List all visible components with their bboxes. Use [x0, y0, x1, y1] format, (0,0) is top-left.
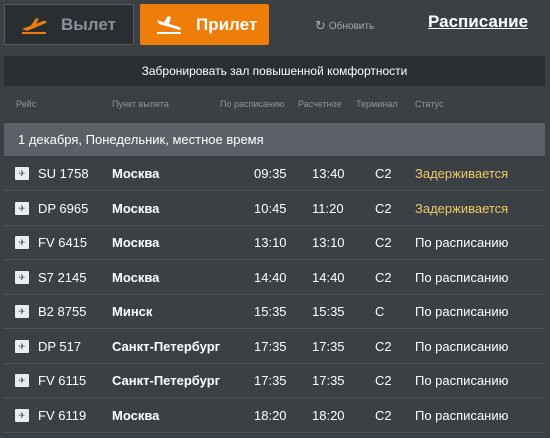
- origin-city: Москва: [112, 269, 160, 285]
- scheduled-time: 09:35: [254, 166, 287, 181]
- scheduled-time: 15:35: [254, 304, 287, 319]
- flight-number: SU 1758: [38, 166, 89, 181]
- estimated-time: 15:35: [312, 304, 345, 319]
- estimated-time: 18:20: [312, 407, 345, 423]
- estimated-time: 17:35: [312, 338, 345, 354]
- arrival-tab-label: Прилет: [196, 14, 258, 34]
- terminal: C2: [375, 338, 392, 354]
- scheduled-time: 10:45: [254, 200, 287, 216]
- flight-number: DP 517: [38, 338, 82, 354]
- column-origin: Пункт вылета: [112, 99, 169, 109]
- flight-status: Задерживается: [415, 166, 509, 181]
- column-terminal: Терминал: [356, 99, 398, 109]
- flight-status: По расписанию: [415, 407, 509, 423]
- column-estimated: Расчетное: [298, 99, 342, 109]
- flight-number: S7 2145: [38, 269, 87, 285]
- estimated-time: 13:40: [312, 166, 345, 181]
- top-bar: Вылет Прилет ↻ Обновить Расписание: [0, 0, 550, 50]
- schedule-link[interactable]: Расписание: [428, 12, 528, 32]
- departure-tab-label: Вылет: [61, 14, 116, 34]
- flight-row[interactable]: ✈ DP 517 Санкт-Петербург 17:35 17:35 C2 По рас…: [4, 330, 545, 364]
- flight-status: По расписанию: [415, 235, 509, 250]
- flight-row[interactable]: ✈ B2 8755 Минск 15:35 15:35 C По расписанию: [4, 295, 545, 329]
- scheduled-time: 17:35: [254, 373, 287, 388]
- origin-city: Москва: [112, 235, 160, 250]
- terminal: C2: [375, 407, 392, 423]
- column-status: Статус: [415, 99, 444, 109]
- scheduled-time: 14:40: [254, 269, 287, 285]
- airline-logo-icon: ✈: [15, 167, 29, 180]
- terminal: C2: [375, 235, 392, 250]
- flight-number: FV 6119: [38, 407, 87, 423]
- estimated-time: 14:40: [312, 269, 345, 285]
- terminal: C2: [375, 200, 392, 216]
- plane-landing-icon: [152, 14, 186, 36]
- origin-city: Москва: [112, 407, 160, 423]
- airline-logo-icon: ✈: [15, 374, 29, 387]
- flight-status: По расписанию: [415, 373, 509, 388]
- terminal: C: [375, 304, 385, 319]
- flight-row[interactable]: ✈ DP 6965 Москва 10:45 11:20 C2 Задерживается: [4, 192, 545, 226]
- arrival-tab[interactable]: Прилет: [140, 4, 269, 45]
- airline-logo-icon: ✈: [15, 305, 29, 318]
- origin-city: Москва: [112, 166, 160, 181]
- flight-number: FV 6415: [38, 235, 88, 250]
- terminal: C2: [375, 269, 392, 285]
- flight-number: FV 6115: [38, 373, 87, 388]
- airline-logo-icon: ✈: [15, 339, 29, 353]
- refresh-icon: ↻: [315, 18, 326, 33]
- flight-number: DP 6965: [38, 200, 89, 216]
- flight-status: По расписанию: [415, 338, 509, 354]
- terminal: C2: [375, 166, 392, 181]
- flight-row[interactable]: ✈ S7 2145 Москва 14:40 14:40 C2 По расписанию: [4, 261, 545, 295]
- flight-status: Задерживается: [415, 200, 509, 216]
- scheduled-time: 13:10: [254, 235, 287, 250]
- column-scheduled: По расписанию: [220, 99, 285, 109]
- estimated-time: 17:35: [312, 373, 345, 388]
- flight-row[interactable]: ✈ SU 1758 Москва 09:35 13:40 C2 Задерживается: [4, 157, 545, 191]
- flight-status: По расписанию: [415, 269, 509, 285]
- estimated-time: 11:20: [312, 200, 344, 216]
- origin-city: Москва: [112, 200, 160, 216]
- airline-logo-icon: ✈: [15, 408, 29, 422]
- terminal: C2: [375, 373, 392, 388]
- refresh-label: Обновить: [328, 20, 375, 32]
- scheduled-time: 18:20: [254, 407, 287, 423]
- table-header: Рейс Пункт вылета По расписанию Расчетно…: [0, 95, 550, 117]
- origin-city: Санкт-Петербург: [112, 373, 221, 388]
- origin-city: Минск: [112, 304, 153, 319]
- column-flight: Рейс: [16, 99, 37, 109]
- plane-takeoff-icon: [17, 14, 51, 36]
- departure-tab[interactable]: Вылет: [4, 4, 134, 45]
- estimated-time: 13:10: [312, 235, 345, 250]
- date-header: 1 декабря, Понедельник, местное время: [4, 123, 545, 156]
- flight-row[interactable]: ✈ FV 6415 Москва 13:10 13:10 C2 По расписанию: [4, 226, 545, 260]
- airline-logo-icon: ✈: [15, 201, 29, 215]
- flight-number: B2 8755: [38, 304, 87, 319]
- origin-city: Санкт-Петербург: [112, 338, 221, 354]
- flight-row[interactable]: ✈ FV 6119 Москва 18:20 18:20 C2 По расписанию: [4, 399, 545, 433]
- book-lounge-button[interactable]: Забронировать зал повышенной комфортност…: [4, 56, 545, 86]
- scheduled-time: 17:35: [254, 338, 287, 354]
- flight-status: По расписанию: [415, 304, 509, 319]
- flight-row[interactable]: ✈ FV 6115 Санкт-Петербург 17:35 17:35 C2 По ра…: [4, 364, 545, 398]
- airline-logo-icon: ✈: [15, 236, 29, 249]
- refresh-button[interactable]: ↻ Обновить: [315, 18, 374, 34]
- airline-logo-icon: ✈: [15, 270, 29, 284]
